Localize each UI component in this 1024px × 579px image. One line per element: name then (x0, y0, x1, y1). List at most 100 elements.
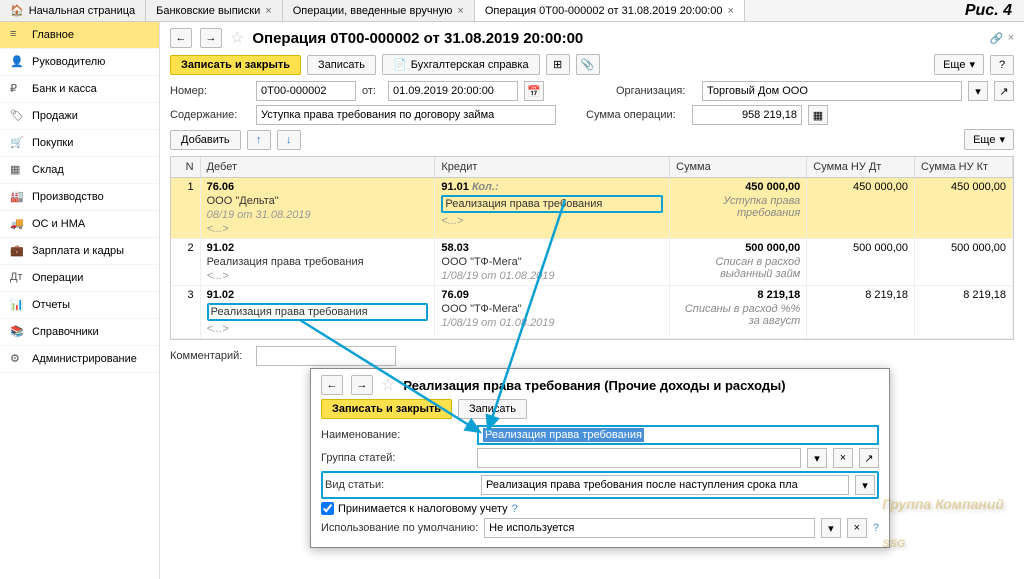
popup-forward-button[interactable]: → (351, 375, 373, 395)
more-button[interactable]: Еще ▾ (934, 54, 984, 75)
table-more-button[interactable]: Еще ▾ (964, 129, 1014, 150)
popup-name-input[interactable]: Реализация права требования (477, 425, 879, 445)
sidebar-item-sales[interactable]: 🏷Продажи (0, 103, 159, 130)
wallet-icon: 💼 (10, 244, 24, 258)
popup-tax-checkbox[interactable] (321, 502, 334, 515)
save-button[interactable]: Записать (307, 55, 376, 75)
sum-input[interactable] (692, 105, 802, 125)
th-n[interactable]: N (171, 157, 201, 177)
figure-label: Рис. 4 (965, 2, 1012, 20)
sidebar-item-purchases[interactable]: 🛒Покупки (0, 130, 159, 157)
sidebar-item-bank[interactable]: ₽Банк и касса (0, 76, 159, 103)
back-button[interactable]: ← (170, 28, 192, 48)
table-row[interactable]: 291.02Реализация права требования<...>58… (171, 239, 1013, 286)
tab-operation[interactable]: Операция 0Т00-000002 от 31.08.2019 20:00… (475, 0, 745, 21)
attach-button[interactable]: 📎 (576, 54, 600, 75)
sidebar-item-main[interactable]: ≡Главное (0, 22, 159, 49)
add-button[interactable]: Добавить (170, 130, 241, 150)
th-sum[interactable]: Сумма (670, 157, 807, 177)
help-icon[interactable]: ? (873, 522, 879, 534)
sidebar-item-salary[interactable]: 💼Зарплата и кадры (0, 238, 159, 265)
popup-back-button[interactable]: ← (321, 375, 343, 395)
truck-icon: 🚚 (10, 217, 24, 231)
accounting-ref-button[interactable]: 📄 Бухгалтерская справка (382, 54, 540, 75)
dropdown-icon[interactable]: ▾ (855, 475, 875, 495)
entries-table: N Дебет Кредит Сумма Сумма НУ Дт Сумма Н… (170, 156, 1014, 340)
book-icon: 📚 (10, 325, 24, 339)
popup-type-label: Вид статьи: (325, 479, 475, 491)
person-icon: 👤 (10, 55, 24, 69)
help-button[interactable]: ? (990, 55, 1014, 75)
sidebar-item-operations[interactable]: ДтОперации (0, 265, 159, 292)
sidebar-item-warehouse[interactable]: ▦Склад (0, 157, 159, 184)
factory-icon: 🏭 (10, 190, 24, 204)
tab-bar: 🏠 Начальная страница Банковские выписки×… (0, 0, 1024, 22)
open-ref-icon[interactable]: ↗ (859, 448, 879, 468)
popup-default-label: Использование по умолчанию: (321, 522, 478, 534)
popup-group-label: Группа статей: (321, 452, 471, 464)
clear-icon[interactable]: × (847, 518, 867, 538)
table-row[interactable]: 176.06ООО "Дельта"08/19 от 31.08.2019<..… (171, 178, 1013, 239)
dt-kt-button[interactable]: ⊞ (546, 54, 570, 75)
sidebar: ≡Главное 👤Руководителю ₽Банк и касса 🏷Пр… (0, 22, 160, 579)
tab-bank[interactable]: Банковские выписки× (146, 0, 283, 21)
close-icon[interactable]: × (265, 5, 271, 17)
help-icon[interactable]: ? (512, 503, 518, 515)
ruble-icon: ₽ (10, 82, 24, 96)
popup-income-expense: ← → ☆ Реализация права требования (Прочи… (310, 368, 890, 548)
tab-label: Начальная страница (29, 5, 135, 17)
popup-title: Реализация права требования (Прочие дохо… (403, 378, 785, 393)
calendar-icon[interactable]: 📅 (524, 81, 544, 101)
tab-ops[interactable]: Операции, введенные вручную × (283, 0, 475, 21)
sidebar-item-production[interactable]: 🏭Производство (0, 184, 159, 211)
sidebar-item-manager[interactable]: 👤Руководителю (0, 49, 159, 76)
number-input[interactable] (256, 81, 356, 101)
window-close-icon[interactable]: × (1008, 32, 1014, 45)
sidebar-item-assets[interactable]: 🚚ОС и НМА (0, 211, 159, 238)
tag-icon: 🏷 (10, 109, 24, 123)
popup-default-input[interactable] (484, 518, 815, 538)
popup-tax-label: Принимается к налоговому учету (338, 503, 508, 515)
tab-label: Операции, введенные вручную (293, 5, 453, 17)
sidebar-item-admin[interactable]: ⚙Администрирование (0, 346, 159, 373)
popup-group-input[interactable] (477, 448, 801, 468)
star-icon[interactable]: ☆ (230, 28, 244, 48)
comment-input[interactable] (256, 346, 396, 366)
desc-input[interactable] (256, 105, 556, 125)
org-input[interactable] (702, 81, 962, 101)
popup-type-input[interactable] (481, 475, 849, 495)
popup-save-button[interactable]: Записать (458, 399, 527, 419)
sidebar-item-refs[interactable]: 📚Справочники (0, 319, 159, 346)
th-debit[interactable]: Дебет (201, 157, 436, 177)
save-close-button[interactable]: Записать и закрыть (170, 55, 301, 75)
from-label: от: (362, 85, 382, 97)
chart-icon: 📊 (10, 298, 24, 312)
th-nu-dt[interactable]: Сумма НУ Дт (807, 157, 915, 177)
link-icon[interactable]: 🔗 (990, 32, 1004, 45)
th-credit[interactable]: Кредит (435, 157, 670, 177)
dropdown-icon[interactable]: ▾ (968, 81, 988, 101)
clear-icon[interactable]: × (833, 448, 853, 468)
date-input[interactable] (388, 81, 518, 101)
table-row[interactable]: 391.02Реализация права требования<...>76… (171, 286, 1013, 339)
open-ref-icon[interactable]: ↗ (994, 81, 1014, 101)
dropdown-icon[interactable]: ▾ (807, 448, 827, 468)
move-up-button[interactable]: ↑ (247, 130, 271, 150)
move-down-button[interactable]: ↓ (277, 130, 301, 150)
popup-name-label: Наименование: (321, 429, 471, 441)
comment-label: Комментарий: (170, 350, 250, 362)
close-icon[interactable]: × (457, 5, 463, 17)
dropdown-icon[interactable]: ▾ (821, 518, 841, 538)
popup-save-close-button[interactable]: Записать и закрыть (321, 399, 452, 419)
star-icon[interactable]: ☆ (381, 375, 395, 395)
close-icon[interactable]: × (728, 5, 734, 17)
sidebar-item-reports[interactable]: 📊Отчеты (0, 292, 159, 319)
org-label: Организация: (616, 85, 696, 97)
calc-icon[interactable]: ▦ (808, 105, 828, 125)
page-title: Операция 0Т00-000002 от 31.08.2019 20:00… (252, 30, 583, 47)
box-icon: ▦ (10, 163, 24, 177)
tab-home[interactable]: 🏠 Начальная страница (0, 0, 146, 21)
forward-button[interactable]: → (200, 28, 222, 48)
th-nu-kt[interactable]: Сумма НУ Кт (915, 157, 1013, 177)
cart-icon: 🛒 (10, 136, 24, 150)
